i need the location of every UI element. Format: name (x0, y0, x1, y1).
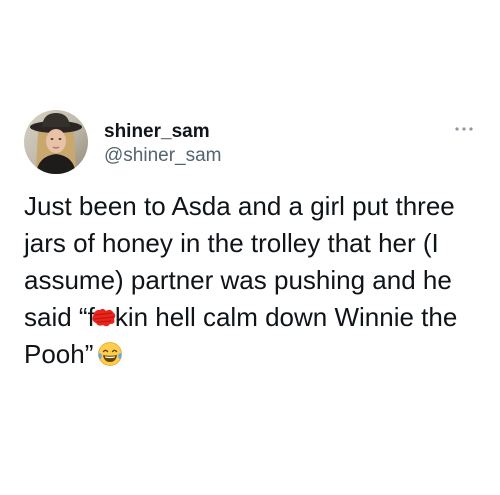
censor-scribble (91, 301, 117, 327)
user-names: shiner_sam @shiner_sam (104, 121, 222, 167)
more-horizontal-icon[interactable] (452, 122, 476, 134)
tweet-text: Just been to Asda and a girl put three j… (24, 188, 476, 373)
avatar-image (24, 110, 88, 174)
avatar[interactable] (24, 110, 88, 174)
user-handle[interactable]: @shiner_sam (104, 145, 222, 167)
tweet-card: shiner_sam @shiner_sam Just been to Asda… (0, 0, 500, 495)
laughing-tears-emoji-icon (97, 340, 123, 366)
tweet-header: shiner_sam @shiner_sam (24, 110, 476, 174)
display-name[interactable]: shiner_sam (104, 121, 222, 143)
